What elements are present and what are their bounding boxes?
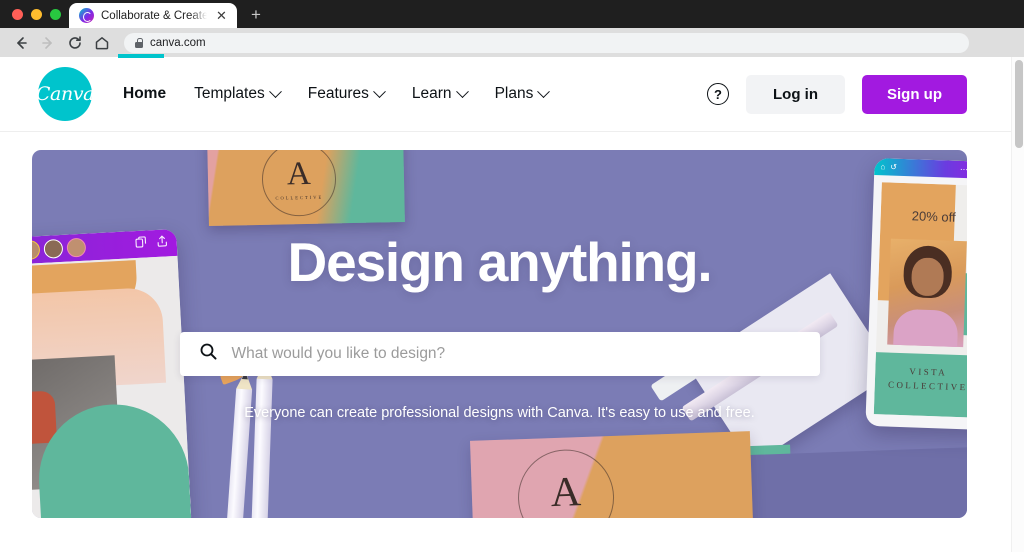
nav-item-home-label: Home xyxy=(123,85,167,102)
hero-content: Design anything. What would you like to … xyxy=(32,150,967,518)
nav-item-features[interactable]: Features xyxy=(307,84,386,103)
nav-item-plans[interactable]: Plans xyxy=(494,84,551,103)
page-viewport: Canva Home Templates Features Learn Plan… xyxy=(0,57,1024,552)
search-input-placeholder: What would you like to design? xyxy=(231,345,446,362)
canva-favicon-icon xyxy=(79,8,94,23)
hero-headline: Design anything. xyxy=(287,231,713,293)
hero-banner: A COLLECTIVE A COLLECTIVE xyxy=(32,150,967,518)
url-text: canva.com xyxy=(150,36,206,49)
home-icon[interactable] xyxy=(90,31,114,55)
hero-subtext: Everyone can create professional designs… xyxy=(244,405,755,421)
address-bar[interactable]: canva.com xyxy=(124,32,969,53)
tab-strip: Collaborate & Create Amazing ✕ + xyxy=(0,0,1024,28)
tab-title: Collaborate & Create Amazing xyxy=(101,9,207,22)
browser-tab[interactable]: Collaborate & Create Amazing ✕ xyxy=(69,3,237,28)
window-controls xyxy=(10,0,69,28)
page-load-indicator xyxy=(118,54,164,58)
canva-logo[interactable]: Canva xyxy=(35,67,95,121)
lock-icon xyxy=(135,37,143,48)
back-icon[interactable] xyxy=(9,31,33,55)
nav-item-templates[interactable]: Templates xyxy=(194,84,282,103)
search-icon xyxy=(199,342,218,366)
chevron-down-icon xyxy=(373,84,386,98)
close-tab-icon[interactable]: ✕ xyxy=(214,8,229,23)
new-tab-button[interactable]: + xyxy=(243,1,269,27)
minimize-window-button[interactable] xyxy=(31,8,42,20)
chevron-down-icon xyxy=(455,84,469,98)
nav-item-features-label: Features xyxy=(307,85,369,102)
page-scrollbar[interactable] xyxy=(1011,57,1024,552)
site-navigation-bar: Canva Home Templates Features Learn Plan… xyxy=(0,57,1011,132)
reload-icon[interactable] xyxy=(63,31,87,55)
signup-button[interactable]: Sign up xyxy=(862,74,967,114)
nav-item-templates-label: Templates xyxy=(194,85,265,102)
browser-window: Collaborate & Create Amazing ✕ + canva.c… xyxy=(0,0,1024,552)
forward-icon[interactable] xyxy=(36,31,60,55)
help-icon[interactable]: ? xyxy=(707,83,729,105)
chevron-down-icon xyxy=(268,84,282,98)
design-search-bar[interactable]: What would you like to design? xyxy=(179,332,820,376)
nav-actions: ? Log in Sign up xyxy=(707,74,967,114)
close-window-button[interactable] xyxy=(12,8,23,20)
hero-section-wrapper: A COLLECTIVE A COLLECTIVE xyxy=(0,132,1011,518)
nav-item-plans-label: Plans xyxy=(494,85,534,102)
login-button[interactable]: Log in xyxy=(746,74,845,114)
nav-item-learn-label: Learn xyxy=(411,85,452,102)
browser-toolbar: canva.com xyxy=(0,28,1024,57)
canva-logo-text: Canva xyxy=(35,83,95,105)
scrollbar-thumb[interactable] xyxy=(1014,60,1023,148)
maximize-window-button[interactable] xyxy=(50,8,61,20)
nav-item-learn[interactable]: Learn xyxy=(411,84,469,103)
nav-links: Home Templates Features Learn Plans xyxy=(123,84,551,103)
nav-item-home[interactable]: Home xyxy=(123,85,166,103)
chevron-down-icon xyxy=(537,84,551,98)
